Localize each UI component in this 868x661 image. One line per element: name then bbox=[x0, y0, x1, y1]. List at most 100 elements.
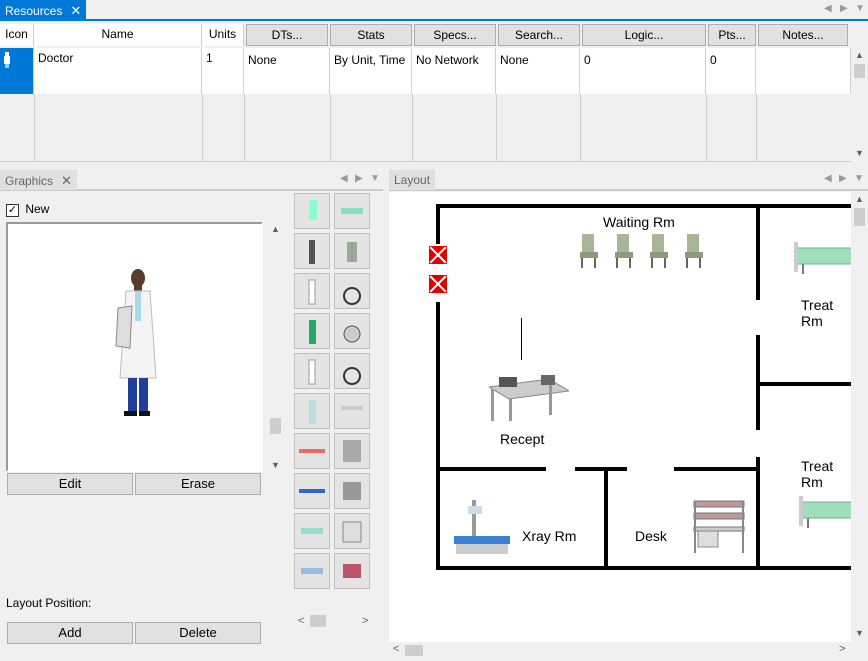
library-item[interactable] bbox=[334, 473, 370, 509]
scroll-down-icon[interactable]: ▼ bbox=[271, 460, 280, 470]
layout-canvas[interactable]: Waiting Rm Treat Rm Recept Treat Rm Xray… bbox=[389, 192, 851, 642]
library-item[interactable] bbox=[294, 553, 330, 589]
row-icon-cell[interactable] bbox=[0, 48, 34, 94]
scroll-right-icon[interactable]: > bbox=[362, 615, 368, 627]
scroll-right-icon[interactable]: ▶ bbox=[355, 173, 363, 184]
library-horizontal-scrollbar[interactable]: < > bbox=[294, 613, 372, 629]
library-item[interactable] bbox=[334, 193, 370, 229]
library-item[interactable] bbox=[294, 193, 330, 229]
scrollbar-thumb[interactable] bbox=[854, 64, 865, 78]
chair-icon bbox=[347, 242, 357, 262]
room-label-treat-bottom: Treat Rm bbox=[801, 458, 834, 490]
row-notes-cell[interactable] bbox=[756, 48, 851, 94]
library-item[interactable] bbox=[294, 313, 330, 349]
door-icon bbox=[429, 246, 447, 264]
row-units-cell[interactable]: 1 bbox=[202, 48, 244, 94]
chevron-down-icon[interactable]: ▼ bbox=[854, 173, 864, 184]
room-label-desk: Desk bbox=[635, 528, 667, 544]
scroll-left-icon[interactable]: ◀ bbox=[824, 173, 832, 184]
row-dts-cell[interactable]: None bbox=[244, 48, 330, 94]
library-item[interactable] bbox=[294, 513, 330, 549]
scrollbar-thumb[interactable] bbox=[854, 208, 865, 226]
library-item[interactable] bbox=[334, 433, 370, 469]
scrollbar-thumb[interactable] bbox=[270, 418, 281, 434]
row-search-cell[interactable]: None bbox=[496, 48, 580, 94]
library-item[interactable] bbox=[294, 393, 330, 429]
tab-graphics-label: Graphics bbox=[5, 174, 54, 188]
scroll-left-icon[interactable]: < bbox=[298, 615, 304, 627]
edit-button[interactable]: Edit bbox=[7, 473, 133, 495]
scroll-right-icon[interactable]: > bbox=[839, 643, 845, 655]
column-divider bbox=[756, 94, 757, 162]
row-logic-cell[interactable]: 0 bbox=[580, 48, 706, 94]
resources-vertical-scrollbar[interactable]: ▲ ▼ bbox=[851, 48, 868, 162]
layout-vertical-scrollbar[interactable]: ▲ ▼ bbox=[851, 192, 868, 642]
close-icon[interactable]: ✕ bbox=[70, 3, 81, 18]
library-item[interactable] bbox=[334, 273, 370, 309]
new-checkbox[interactable]: ✓ New bbox=[6, 202, 49, 217]
library-item[interactable] bbox=[334, 553, 370, 589]
delete-button[interactable]: Delete bbox=[135, 622, 261, 644]
library-item[interactable] bbox=[334, 233, 370, 269]
library-item[interactable] bbox=[294, 233, 330, 269]
library-item[interactable] bbox=[334, 393, 370, 429]
graphic-preview[interactable] bbox=[6, 222, 263, 472]
column-header-icon[interactable]: Icon bbox=[0, 24, 34, 46]
column-divider bbox=[496, 94, 497, 162]
library-item[interactable] bbox=[294, 433, 330, 469]
chair-icon bbox=[615, 234, 633, 268]
column-header-notes-button[interactable]: Notes... bbox=[758, 24, 848, 46]
tab-resources[interactable]: Resources ✕ bbox=[0, 0, 87, 20]
column-header-units[interactable]: Units bbox=[202, 24, 244, 46]
wall bbox=[436, 302, 440, 570]
close-icon[interactable]: ✕ bbox=[61, 173, 72, 188]
erase-button[interactable]: Erase bbox=[135, 473, 261, 495]
library-item[interactable] bbox=[294, 473, 330, 509]
library-item[interactable] bbox=[334, 513, 370, 549]
scroll-right-icon[interactable]: ▶ bbox=[839, 173, 847, 184]
scroll-up-icon[interactable]: ▲ bbox=[271, 224, 280, 234]
tab-graphics[interactable]: Graphics ✕ bbox=[0, 170, 77, 190]
chevron-down-icon[interactable]: ▼ bbox=[855, 3, 865, 14]
scroll-left-icon[interactable]: ◀ bbox=[340, 173, 348, 184]
scroll-right-icon[interactable]: ▶ bbox=[840, 3, 848, 14]
scroll-up-icon[interactable]: ▲ bbox=[855, 194, 864, 204]
room-label-xray: Xray Rm bbox=[522, 528, 577, 544]
column-header-name[interactable]: Name bbox=[34, 24, 202, 46]
column-divider bbox=[412, 94, 413, 162]
library-item[interactable] bbox=[294, 353, 330, 389]
scrollbar-thumb[interactable] bbox=[405, 645, 423, 656]
layout-horizontal-scrollbar[interactable]: < > bbox=[389, 642, 868, 659]
column-header-stats-button[interactable]: Stats bbox=[330, 24, 412, 46]
table-row[interactable]: Doctor 1 None By Unit, Time No Network N… bbox=[0, 48, 851, 94]
chevron-down-icon[interactable]: ▼ bbox=[370, 173, 380, 184]
tab-layout[interactable]: Layout bbox=[389, 170, 436, 190]
seated-patient-icon bbox=[343, 325, 361, 343]
library-item[interactable] bbox=[334, 313, 370, 349]
scroll-left-icon[interactable]: ◀ bbox=[824, 3, 832, 14]
chair-icon bbox=[650, 234, 668, 268]
wall bbox=[436, 204, 440, 244]
library-item[interactable] bbox=[294, 273, 330, 309]
scroll-up-icon[interactable]: ▲ bbox=[855, 50, 864, 60]
scroll-down-icon[interactable]: ▼ bbox=[855, 148, 864, 158]
library-item[interactable] bbox=[334, 353, 370, 389]
wall bbox=[521, 318, 522, 360]
preview-vertical-scrollbar[interactable]: ▲ ▼ bbox=[267, 222, 284, 474]
add-button[interactable]: Add bbox=[7, 622, 133, 644]
column-header-specs-button[interactable]: Specs... bbox=[414, 24, 496, 46]
column-header-search-button[interactable]: Search... bbox=[498, 24, 580, 46]
row-pts-cell[interactable]: 0 bbox=[706, 48, 756, 94]
graphics-tab-strip: Graphics ✕ ◀ ▶ ▼ bbox=[0, 170, 383, 191]
row-stats-cell[interactable]: By Unit, Time bbox=[330, 48, 412, 94]
column-header-dts-button[interactable]: DTs... bbox=[246, 24, 328, 46]
doctor-figure bbox=[115, 269, 157, 416]
column-header-pts-button[interactable]: Pts... bbox=[708, 24, 756, 46]
row-name-cell[interactable]: Doctor bbox=[34, 48, 202, 94]
row-specs-cell[interactable]: No Network bbox=[412, 48, 496, 94]
tab-layout-label: Layout bbox=[394, 173, 431, 187]
scrollbar-thumb[interactable] bbox=[310, 615, 326, 627]
column-header-logic-button[interactable]: Logic... bbox=[582, 24, 706, 46]
scroll-down-icon[interactable]: ▼ bbox=[855, 628, 864, 638]
scroll-left-icon[interactable]: < bbox=[393, 643, 399, 655]
